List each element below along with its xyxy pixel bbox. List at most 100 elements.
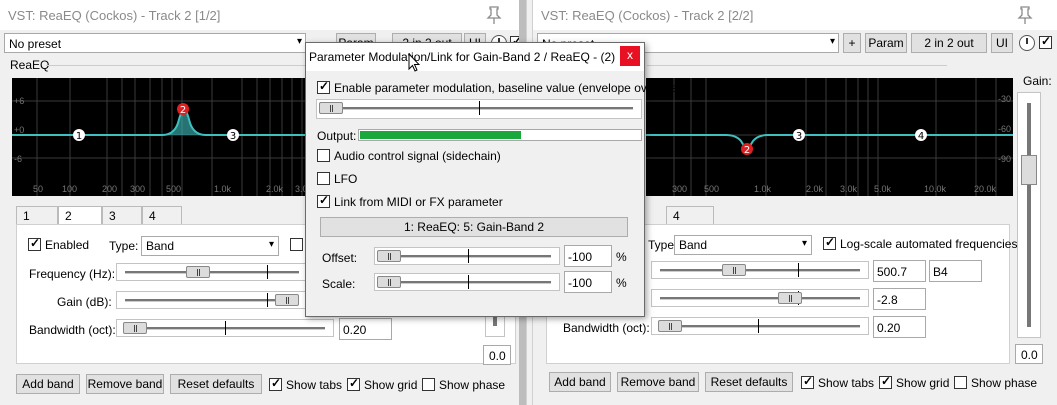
right-show-phase-label: Show phase [971,376,1038,390]
db-right-label: -90 [998,154,1012,164]
left-frequency-slider[interactable] [116,263,308,281]
right-gain-field[interactable]: -2.8 [873,288,926,310]
left-bandwidth-field[interactable]: 0.20 [339,318,392,340]
right-show-grid-checkbox[interactable] [879,374,892,389]
dialog-title-bar: Parameter Modulation/Link for Gain-Band … [306,43,644,71]
pin-icon[interactable] [486,6,502,24]
left-show-grid-label: Show grid [364,378,418,392]
left-show-tabs-checkbox[interactable] [269,376,282,391]
right-bypass-checkbox[interactable] [1039,34,1052,49]
right-param-button[interactable]: Param [865,33,907,53]
left-bandwidth-slider[interactable] [116,319,334,337]
freq-label: 20.0k [974,184,997,194]
right-ui-button[interactable]: UI [991,33,1013,53]
scale-slider[interactable] [374,273,560,291]
right-wet-knob[interactable] [1019,35,1035,51]
lfo-checkbox[interactable] [317,172,330,185]
right-eq-graph[interactable]: 300 500 1.0k 2.0k 3.0k 5.0k 10.0k 20.0k … [646,78,1013,196]
left-enabled-checkbox[interactable] [28,236,41,251]
band-node-4[interactable]: 4 [914,128,928,142]
audio-sidechain-label: Audio control signal (sidechain) [334,149,501,163]
right-show-tabs-checkbox[interactable] [801,374,814,389]
right-add-band-button[interactable]: Add band [549,372,611,392]
offset-thumb[interactable] [377,250,401,262]
band-node-2-label: 2 [180,105,186,116]
freq-label: 1.0k [754,184,772,194]
db-right-label: -60 [998,124,1012,134]
offset-field[interactable]: -100 [564,245,612,267]
freq-label: 2.0k [806,184,824,194]
enable-modulation-checkbox[interactable] [317,79,330,94]
band-node-3[interactable]: 3 [792,128,806,142]
tab-band-2[interactable]: 2 [58,206,102,225]
link-parameter-button[interactable]: 1: ReaEQ: 5: Gain-Band 2 [320,217,628,237]
right-log-scale-label: Log-scale automated frequencies [840,237,1018,251]
offset-slider[interactable] [374,247,560,265]
left-bandwidth-thumb[interactable] [123,322,147,334]
right-gain-vertical-slider[interactable] [1017,92,1041,338]
link-midi-fx-checkbox[interactable] [317,193,330,208]
baseline-slider[interactable] [316,99,642,119]
db-label-zero: +0 [14,125,25,135]
scale-thumb[interactable] [377,276,401,288]
band-node-2-selected[interactable]: 2 [176,102,190,116]
right-log-scale-checkbox[interactable] [823,235,836,250]
left-frequency-label: Frequency (Hz): [29,267,116,281]
right-type-select[interactable]: Band ▾ [674,235,812,255]
band-node-4-label: 4 [918,131,924,142]
db-right-label: -30 [998,94,1012,104]
right-frequency-thumb[interactable] [722,264,746,276]
freq-label: 50 [33,184,44,194]
chevron-down-icon: ▾ [801,238,807,249]
right-plus-button[interactable]: + [843,33,861,53]
left-preset-dropdown[interactable]: No preset ▾ [4,33,306,53]
freq-label: 2.0k [266,184,284,194]
pin-icon[interactable] [1017,6,1033,24]
right-bandwidth-thumb[interactable] [658,320,682,332]
right-remove-band-button[interactable]: Remove band [617,372,699,392]
dialog-title: Parameter Modulation/Link for Gain-Band … [309,50,616,64]
freq-label: 300 [130,184,146,194]
right-band-tabs: 4 [666,206,726,224]
right-frequency-slider[interactable] [651,261,869,279]
right-group-divider [647,65,947,66]
right-gain-thumb[interactable] [778,292,802,304]
right-show-grid-label: Show grid [896,376,950,390]
audio-sidechain-checkbox[interactable] [317,149,330,162]
left-preset-value: No preset [9,37,62,51]
left-gain-thumb[interactable] [275,294,299,306]
tab-band-4[interactable]: 4 [142,206,182,224]
left-frequency-thumb[interactable] [186,266,210,278]
tab-band-1[interactable]: 1 [16,206,58,224]
right-note-field[interactable]: B4 [929,260,982,282]
left-reset-defaults-button[interactable]: Reset defaults [170,374,262,394]
right-io-button[interactable]: 2 in 2 out [911,33,987,53]
left-type-select[interactable]: Band ▾ [141,236,279,256]
close-icon[interactable]: x [620,46,640,66]
band-node-1[interactable]: 1 [72,128,86,142]
right-gain-slider[interactable] [651,289,869,307]
left-gain-slider[interactable] [116,291,308,309]
right-bandwidth-field[interactable]: 0.20 [873,316,926,338]
left-show-grid-checkbox[interactable] [347,376,360,391]
right-gain-vertical-thumb[interactable] [1021,155,1037,185]
offset-label: Offset: [322,251,358,265]
db-label-plus6: +6 [14,96,25,106]
right-bandwidth-slider[interactable] [651,317,869,335]
right-show-phase-checkbox[interactable] [954,376,967,389]
scale-field[interactable]: -100 [564,271,612,293]
band-node-2-selected[interactable]: 2 [740,142,754,156]
chevron-down-icon: ▾ [268,239,274,250]
band-node-3[interactable]: 3 [226,128,240,142]
left-show-phase-checkbox[interactable] [422,378,435,391]
baseline-thumb[interactable] [319,102,343,114]
right-reset-defaults-button[interactable]: Reset defaults [705,372,793,392]
right-frequency-field[interactable]: 500.7 [873,260,926,282]
left-remove-band-button[interactable]: Remove band [86,374,164,394]
freq-label: 3.0k [840,184,858,194]
left-add-band-button[interactable]: Add band [16,374,80,394]
tab-band-3[interactable]: 3 [102,206,142,224]
tab-band-4[interactable]: 4 [666,206,714,224]
left-log-scale-checkbox[interactable] [290,238,303,251]
freq-label: 500 [704,184,720,194]
